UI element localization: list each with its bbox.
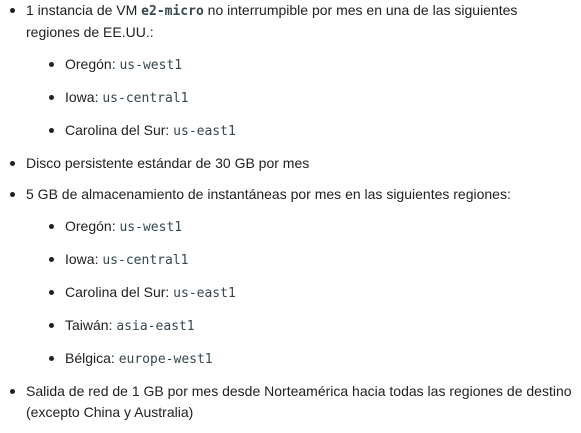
region-label: Taiwán: (65, 317, 117, 333)
region-code: asia-east1 (116, 319, 195, 334)
region-label: Oregón: (65, 218, 120, 234)
region-label: Oregón: (65, 56, 120, 72)
free-tier-list: 1 instancia de VM e2-micro no interrumpi… (10, 0, 574, 433)
sub-list-item: Oregón: us-west1 (49, 54, 574, 76)
item-text: 1 instancia de VM (26, 2, 142, 18)
bullet-icon (49, 257, 54, 262)
bullet-icon (49, 290, 54, 295)
region-sublist: Oregón: us-west1 Iowa: us-central1 Carol… (26, 54, 574, 142)
region-sublist: Oregón: us-west1 Iowa: us-central1 Carol… (26, 216, 574, 370)
sub-list-item: Iowa: us-central1 (49, 87, 574, 109)
region-code: us-west1 (119, 220, 183, 235)
bullet-icon (49, 62, 54, 67)
bullet-icon (49, 356, 54, 361)
bullet-icon (49, 224, 54, 229)
bullet-icon (10, 389, 15, 394)
sub-list-item: Oregón: us-west1 (49, 216, 574, 238)
sub-list-item: Carolina del Sur: us-east1 (49, 120, 574, 142)
item-text: Disco persistente estándar de 30 GB por … (26, 155, 310, 171)
item-text: Salida de red de 1 GB por mes desde Nort… (26, 383, 572, 420)
bullet-icon (49, 323, 54, 328)
sub-list-item: Bélgica: europe-west1 (49, 348, 574, 370)
region-label: Carolina del Sur: (65, 122, 174, 138)
region-code: us-central1 (102, 91, 189, 106)
region-label: Iowa: (65, 251, 103, 267)
region-code: us-east1 (173, 286, 236, 301)
sub-list-item: Iowa: us-central1 (49, 249, 574, 271)
region-code: us-west1 (119, 58, 183, 73)
machine-type-code: e2-micro (141, 4, 204, 19)
region-code: us-central1 (102, 253, 189, 268)
list-item-vm-instance: 1 instancia de VM e2-micro no interrumpi… (10, 0, 574, 142)
item-text: 5 GB de almacenamiento de instantáneas p… (26, 186, 511, 202)
region-label: Iowa: (65, 89, 103, 105)
list-item-snapshot-storage: 5 GB de almacenamiento de instantáneas p… (10, 184, 574, 370)
sub-list-item: Carolina del Sur: us-east1 (49, 282, 574, 304)
bullet-icon (49, 128, 54, 133)
bullet-icon (10, 192, 15, 197)
bullet-icon (49, 95, 54, 100)
sub-list-item: Taiwán: asia-east1 (49, 315, 574, 337)
bullet-icon (10, 8, 15, 13)
region-label: Bélgica: (65, 350, 119, 366)
region-code: us-east1 (173, 124, 236, 139)
region-label: Carolina del Sur: (65, 284, 174, 300)
region-code: europe-west1 (118, 352, 213, 367)
bullet-icon (10, 161, 15, 166)
list-item-persistent-disk: Disco persistente estándar de 30 GB por … (10, 153, 574, 174)
